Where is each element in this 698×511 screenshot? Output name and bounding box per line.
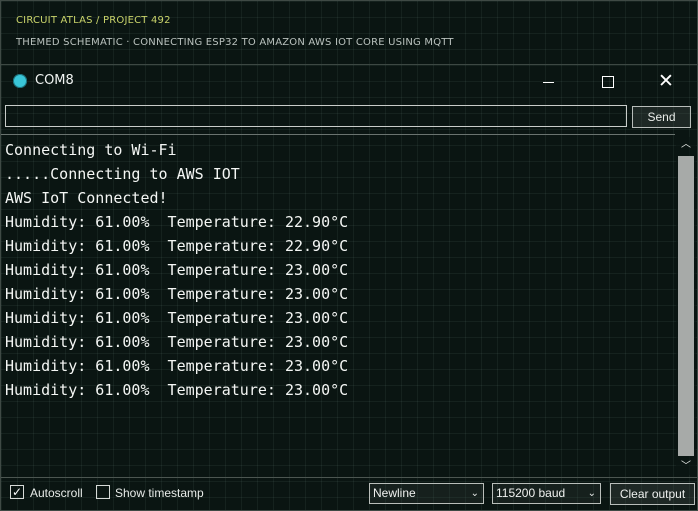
- maximize-button[interactable]: [584, 69, 630, 95]
- scroll-up-icon[interactable]: ︿: [676, 137, 696, 153]
- output-line: Humidity: 61.00% Temperature: 23.00°C: [5, 309, 349, 327]
- chevron-down-icon: ⌄: [587, 488, 596, 499]
- output-line: Humidity: 61.00% Temperature: 23.00°C: [5, 285, 349, 303]
- output-line: Humidity: 61.00% Temperature: 22.90°C: [5, 237, 349, 255]
- page-header: CIRCUIT ATLAS / PROJECT 492 THEMED SCHEM…: [1, 1, 697, 65]
- chevron-down-icon: ⌄: [470, 488, 479, 499]
- serial-output: Connecting to Wi-Fi .....Connecting to AW…: [1, 134, 675, 477]
- output-line: Humidity: 61.00% Temperature: 23.00°C: [5, 381, 349, 399]
- baud-rate-value: 115200 baud: [496, 486, 566, 500]
- window-title: COM8: [35, 73, 74, 88]
- line-ending-select[interactable]: Newline ⌄: [369, 483, 484, 504]
- show-timestamp-checkbox[interactable]: [96, 485, 110, 499]
- output-line: Humidity: 61.00% Temperature: 22.90°C: [5, 213, 349, 231]
- output-line: AWS IoT Connected!: [5, 189, 168, 207]
- minimize-button[interactable]: [526, 69, 572, 95]
- maximize-icon: [602, 76, 614, 88]
- show-timestamp-label: Show timestamp: [115, 486, 204, 500]
- line-ending-value: Newline: [373, 486, 416, 500]
- output-line: Humidity: 61.00% Temperature: 23.00°C: [5, 357, 349, 375]
- autoscroll-label: Autoscroll: [30, 486, 83, 500]
- clear-output-button[interactable]: Clear output: [610, 483, 695, 505]
- vertical-scrollbar[interactable]: ︿ ﹀: [676, 137, 696, 475]
- close-button[interactable]: ✕: [644, 69, 690, 95]
- scrollbar-thumb[interactable]: [678, 156, 694, 456]
- minimize-icon: [543, 82, 554, 83]
- autoscroll-checkbox[interactable]: ✓: [10, 485, 24, 499]
- scroll-down-icon[interactable]: ﹀: [676, 459, 696, 475]
- serial-monitor-frame: CIRCUIT ATLAS / PROJECT 492 THEMED SCHEM…: [0, 0, 698, 511]
- page-subtitle: THEMED SCHEMATIC · CONNECTING ESP32 TO A…: [16, 37, 454, 48]
- arduino-icon: [13, 74, 27, 88]
- close-icon: ✕: [658, 70, 674, 92]
- baud-rate-select[interactable]: 115200 baud ⌄: [492, 483, 601, 504]
- breadcrumb: CIRCUIT ATLAS / PROJECT 492: [16, 15, 171, 26]
- send-button[interactable]: Send: [632, 106, 691, 128]
- output-line: Connecting to Wi-Fi: [5, 141, 177, 159]
- output-line: Humidity: 61.00% Temperature: 23.00°C: [5, 261, 349, 279]
- output-line: .....Connecting to AWS IOT: [5, 165, 240, 183]
- output-line: Humidity: 61.00% Temperature: 23.00°C: [5, 333, 349, 351]
- send-input[interactable]: [5, 105, 627, 127]
